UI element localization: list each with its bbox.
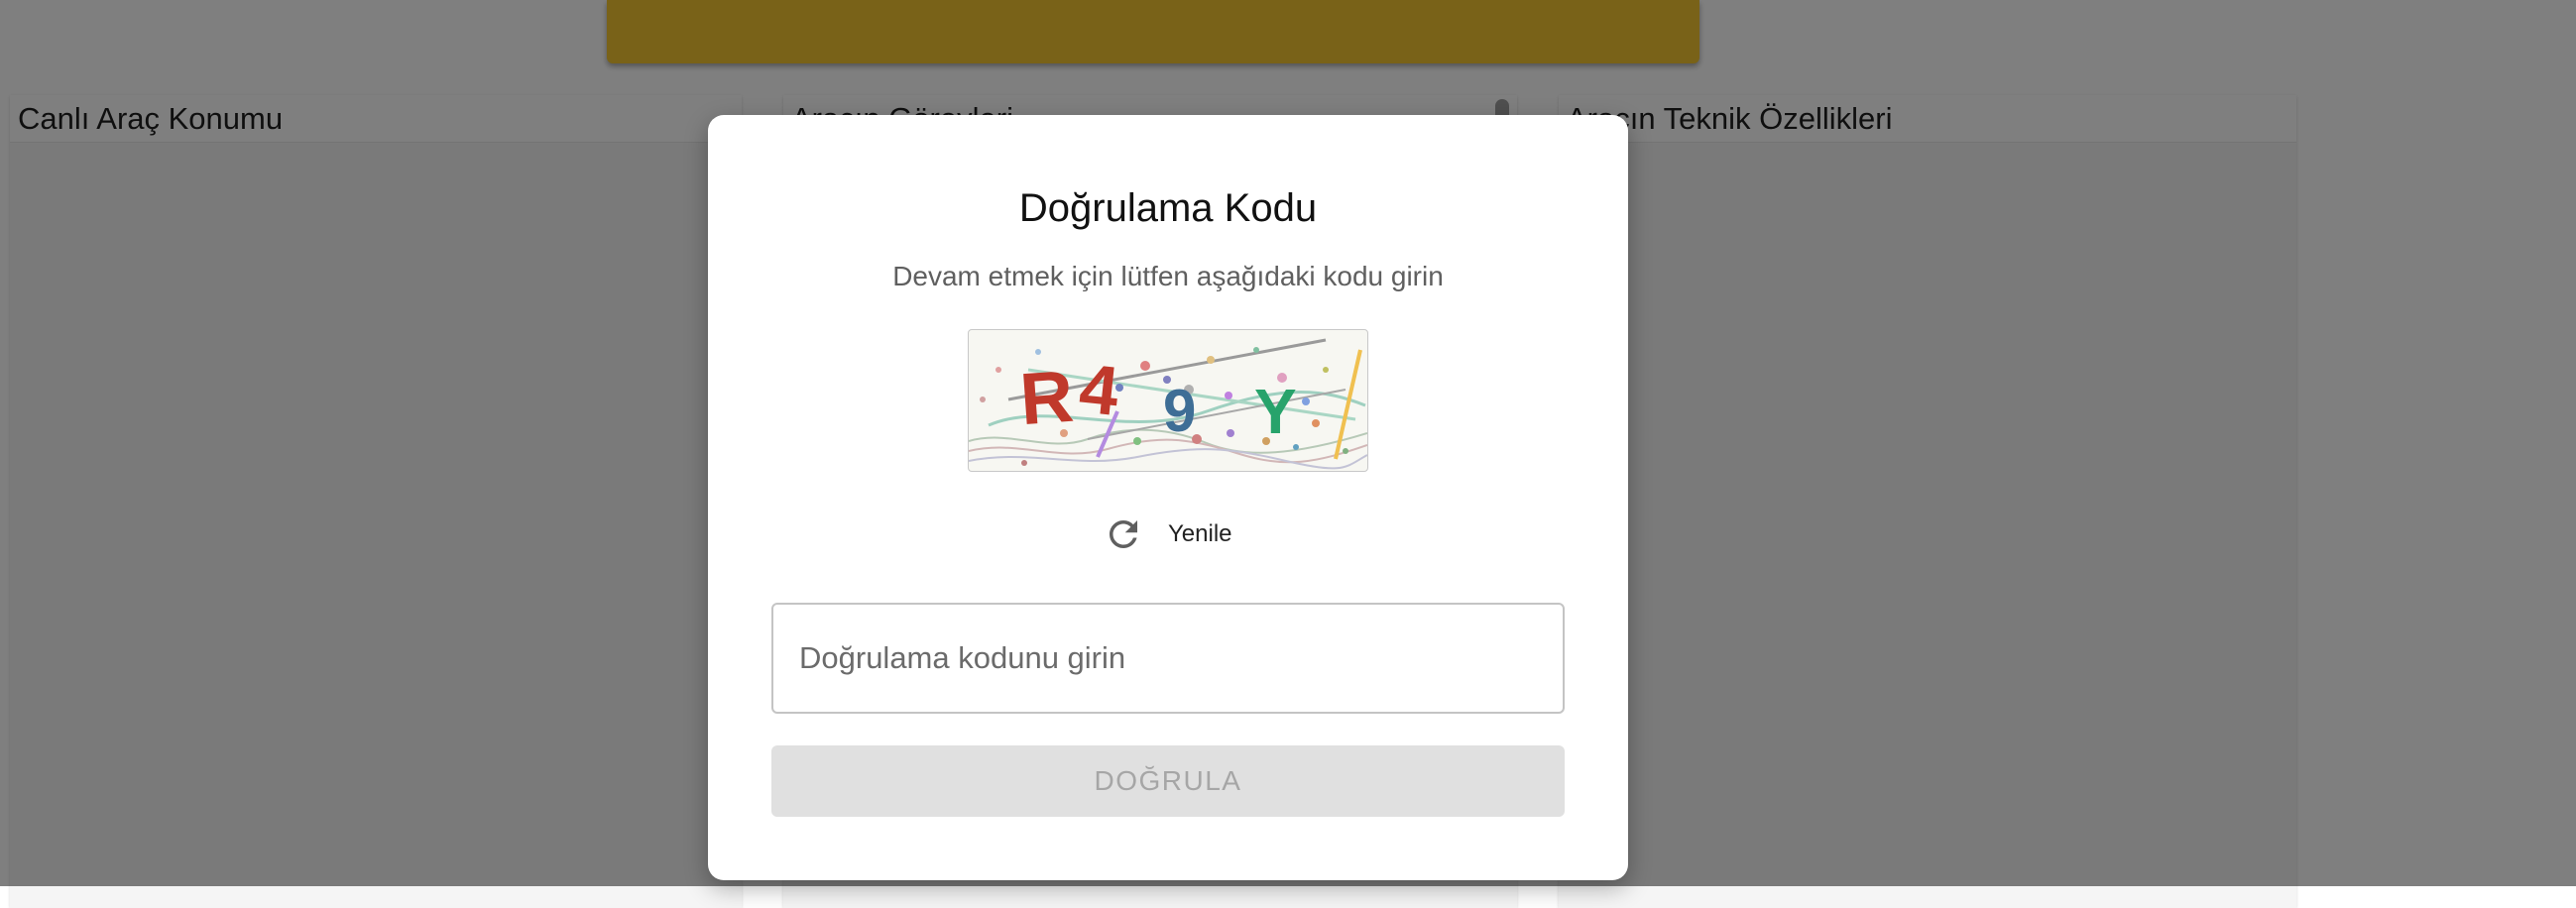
captcha-char: Y xyxy=(1254,376,1297,447)
verification-dialog: Doğrulama Kodu Devam etmek için lütfen a… xyxy=(708,115,1628,880)
refresh-label[interactable]: Yenile xyxy=(1168,520,1232,548)
dialog-title: Doğrulama Kodu xyxy=(1018,186,1318,230)
captcha-char: 9 xyxy=(1163,378,1196,444)
captcha-char: 4 xyxy=(1076,349,1122,430)
captcha-char: R xyxy=(1017,355,1076,441)
refresh-captcha-button[interactable]: Yenile xyxy=(1103,511,1232,557)
captcha-image: R 4 9 Y xyxy=(968,329,1368,472)
verify-button[interactable]: DOĞRULA xyxy=(771,745,1565,817)
refresh-icon[interactable] xyxy=(1103,513,1144,555)
dialog-subtitle: Devam etmek için lütfen aşağıdaki kodu g… xyxy=(892,261,1444,291)
verification-code-input[interactable] xyxy=(771,603,1565,714)
